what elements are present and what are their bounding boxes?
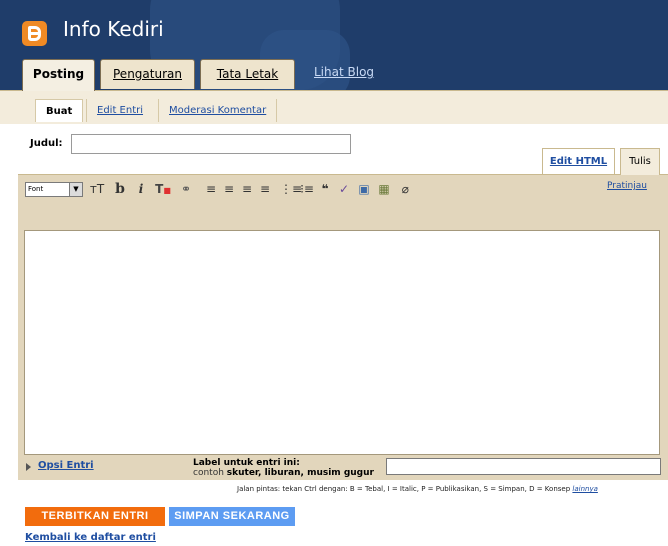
shortcuts-more-link[interactable]: lainnya	[572, 485, 597, 493]
tab-pengaturan[interactable]: Pengaturan	[100, 59, 195, 89]
back-to-posts-link[interactable]: Kembali ke daftar entri	[25, 532, 156, 543]
spellcheck-icon[interactable]: ✓	[336, 181, 352, 197]
editor-toolbar: Font ▼ ᴛT b i T■ ⚭ ≡ ≡ ≡ ≡ ⋮≡ ⁝≡ ❝ ✓ ▣ ▦ …	[18, 174, 668, 206]
tab-edit-html[interactable]: Edit HTML	[542, 148, 615, 174]
font-select[interactable]: Font ▼	[25, 182, 83, 197]
justify-icon[interactable]: ≡	[257, 181, 273, 197]
text-color-icon[interactable]: T■	[155, 181, 171, 197]
keyboard-shortcuts-hint: Jalan pintas: tekan Ctrl dengan: B = Teb…	[237, 485, 598, 493]
subnav-edit-posts[interactable]: Edit Entri	[86, 99, 153, 122]
blogger-logo-icon[interactable]	[22, 21, 47, 46]
labels-title: Label untuk entri ini:	[193, 458, 300, 468]
numbered-list-icon[interactable]: ⋮≡	[280, 181, 302, 197]
labels-example: contoh skuter, liburan, musim gugur	[193, 468, 374, 478]
post-options-link[interactable]: Opsi Entri	[38, 460, 94, 471]
align-right-icon[interactable]: ≡	[239, 181, 255, 197]
labels-input[interactable]	[386, 458, 661, 475]
subnav-moderate-comments[interactable]: Moderasi Komentar	[158, 99, 278, 122]
post-title-input[interactable]	[71, 134, 351, 154]
post-title-label: Judul:	[30, 138, 63, 149]
video-icon[interactable]: ▦	[376, 181, 392, 197]
bulleted-list-icon[interactable]: ⁝≡	[299, 181, 315, 197]
preview-link[interactable]: Pratinjau	[607, 181, 647, 191]
expand-arrow-icon[interactable]	[26, 463, 31, 471]
blog-title: Info Kediri	[63, 17, 164, 41]
image-icon[interactable]: ▣	[356, 181, 372, 197]
italic-icon[interactable]: i	[133, 181, 149, 197]
publish-button[interactable]: TERBITKAN ENTRI	[25, 507, 165, 526]
tab-compose[interactable]: Tulis	[620, 148, 660, 175]
subnav-create[interactable]: Buat	[35, 99, 84, 122]
tab-tata-letak[interactable]: Tata Letak	[200, 59, 295, 89]
posting-subnav: Buat Edit Entri Moderasi Komentar	[0, 90, 668, 124]
tab-posting[interactable]: Posting	[22, 59, 95, 91]
save-now-button[interactable]: SIMPAN SEKARANG	[169, 507, 295, 526]
align-center-icon[interactable]: ≡	[221, 181, 237, 197]
align-left-icon[interactable]: ≡	[203, 181, 219, 197]
chevron-down-icon: ▼	[69, 183, 82, 196]
remove-formatting-icon[interactable]: ⌀	[397, 181, 413, 197]
link-icon[interactable]: ⚭	[178, 181, 194, 197]
font-size-icon[interactable]: ᴛT	[89, 181, 105, 197]
bold-icon[interactable]: b	[112, 181, 128, 197]
view-blog-link[interactable]: Lihat Blog	[314, 65, 374, 79]
blockquote-icon[interactable]: ❝	[317, 181, 333, 197]
post-body-editor[interactable]	[24, 230, 660, 455]
